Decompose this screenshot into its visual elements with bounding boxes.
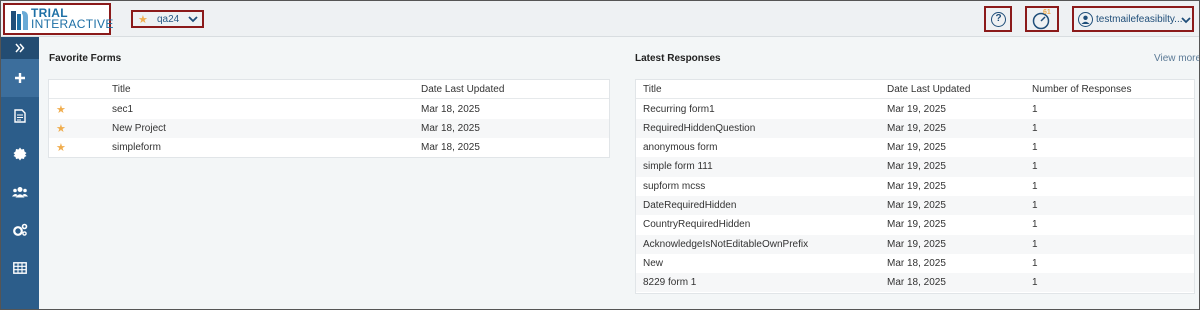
response-date: Mar 18, 2025 (887, 277, 946, 289)
response-date: Mar 19, 2025 (887, 200, 946, 211)
sidebar-item-create[interactable] (1, 59, 39, 97)
response-count: 1 (1032, 180, 1038, 192)
star-icon: ★ (138, 14, 148, 26)
form-date: Mar 18, 2025 (421, 122, 480, 134)
response-count: 1 (1032, 142, 1038, 154)
column-header-title: Title (112, 84, 131, 95)
table-row[interactable]: ★ simpleform Mar 18, 2025 (49, 138, 609, 157)
response-title: 8229 form 1 (643, 277, 697, 289)
table-row[interactable]: ★ New Project Mar 18, 2025 (49, 118, 609, 139)
sidebar-expand-button[interactable] (1, 37, 39, 59)
response-title: AcknowledgeIsNotEditableOwnPrefix (643, 238, 809, 250)
project-selector[interactable]: ★ qa24 (131, 10, 204, 28)
user-name: testmailefeasibilty... (1096, 14, 1183, 25)
response-title: supform mcss (643, 180, 706, 192)
users-icon (12, 187, 28, 198)
chevron-down-icon (1181, 17, 1191, 24)
table-icon (13, 262, 27, 274)
column-header-title: Title (643, 84, 662, 95)
response-count: 1 (1032, 122, 1038, 134)
response-date: Mar 18, 2025 (887, 257, 946, 269)
help-icon: ? (991, 12, 1006, 27)
response-title: simple form 111 (643, 161, 713, 173)
form-date: Mar 18, 2025 (421, 103, 480, 115)
response-date: Mar 19, 2025 (887, 238, 946, 250)
response-count: 1 (1032, 257, 1038, 269)
response-count: 1 (1032, 277, 1038, 289)
sidebar-item-badge[interactable] (1, 135, 39, 173)
chevron-down-icon (188, 16, 198, 23)
response-date: Mar 19, 2025 (887, 180, 946, 192)
response-title: DateRequiredHidden (643, 200, 737, 211)
response-title: Recurring form1 (643, 103, 715, 115)
timer-button[interactable]: 61 (1025, 6, 1059, 32)
sidebar-item-users[interactable] (1, 173, 39, 211)
logo-mark-icon (11, 11, 28, 30)
response-count: 1 (1032, 219, 1038, 231)
avatar-icon (1078, 12, 1093, 27)
response-count: 1 (1032, 200, 1038, 211)
user-menu[interactable]: testmailefeasibilty... (1072, 6, 1194, 32)
response-date: Mar 19, 2025 (887, 161, 946, 173)
app-frame: TRIAL INTERACTIVE ★ qa24 ? 61 testmailef… (0, 0, 1200, 310)
plus-icon (15, 73, 25, 83)
column-header-date: Date Last Updated (887, 84, 971, 95)
latest-responses-title: Latest Responses (635, 53, 721, 64)
brand-line2: INTERACTIVE (31, 17, 114, 31)
latest-responses-table: Title Date Last Updated Number of Respon… (635, 79, 1195, 294)
response-count: 1 (1032, 238, 1038, 250)
form-title: New Project (112, 122, 166, 134)
table-row[interactable]: ★ sec1 Mar 18, 2025 (49, 100, 609, 119)
timer-badge: 61 (1043, 9, 1051, 16)
expand-icon (15, 43, 25, 53)
response-title: New (643, 257, 664, 269)
response-title: anonymous form (643, 142, 718, 154)
column-header-date: Date Last Updated (421, 84, 505, 95)
help-button[interactable]: ? (984, 6, 1012, 32)
table-row[interactable]: CountryRequiredHidden Mar 19, 2025 1 (636, 215, 1194, 234)
response-count: 1 (1032, 161, 1038, 173)
form-title: simpleform (112, 142, 161, 154)
sidebar-item-settings[interactable] (1, 211, 39, 249)
table-row[interactable]: supform mcss Mar 19, 2025 1 (636, 177, 1194, 196)
response-date: Mar 19, 2025 (887, 103, 946, 115)
form-date: Mar 18, 2025 (421, 142, 480, 154)
table-row[interactable]: RequiredHiddenQuestion Mar 19, 2025 1 (636, 118, 1194, 139)
table-row[interactable]: simple form 111 Mar 19, 2025 1 (636, 157, 1194, 177)
table-row[interactable]: New Mar 18, 2025 1 (636, 254, 1194, 273)
column-header-responses: Number of Responses (1032, 84, 1132, 95)
response-date: Mar 19, 2025 (887, 219, 946, 231)
favorite-forms-title: Favorite Forms (49, 53, 122, 64)
table-row[interactable]: Recurring form1 Mar 19, 2025 1 (636, 100, 1194, 119)
gear-badge-icon (13, 147, 27, 161)
cogs-icon (13, 223, 28, 236)
document-icon (14, 109, 26, 123)
star-icon[interactable]: ★ (56, 122, 66, 135)
favorite-forms-table: Title Date Last Updated ★ sec1 Mar 18, 2… (48, 79, 610, 158)
table-row[interactable]: anonymous form Mar 19, 2025 1 (636, 138, 1194, 157)
response-date: Mar 19, 2025 (887, 142, 946, 154)
form-title: sec1 (112, 103, 134, 115)
table-row[interactable]: 8229 form 1 Mar 18, 2025 1 (636, 273, 1194, 293)
table-header: Title Date Last Updated (49, 80, 609, 100)
sidebar-item-tables[interactable] (1, 249, 39, 287)
response-title: CountryRequiredHidden (643, 219, 751, 231)
sidebar-item-forms[interactable] (1, 97, 39, 135)
table-row[interactable]: AcknowledgeIsNotEditableOwnPrefix Mar 19… (636, 234, 1194, 254)
table-header: Title Date Last Updated Number of Respon… (636, 80, 1194, 100)
response-date: Mar 19, 2025 (887, 122, 946, 134)
brand-logo[interactable]: TRIAL INTERACTIVE (3, 3, 114, 35)
sidebar (1, 37, 39, 309)
response-count: 1 (1032, 103, 1038, 115)
star-icon[interactable]: ★ (56, 103, 66, 116)
response-title: RequiredHiddenQuestion (643, 122, 756, 134)
project-label: qa24 (157, 14, 180, 25)
star-icon[interactable]: ★ (56, 141, 66, 154)
top-bar: TRIAL INTERACTIVE ★ qa24 ? 61 testmailef… (1, 1, 1199, 37)
view-more-link[interactable]: View more (1154, 53, 1199, 64)
table-row[interactable]: DateRequiredHidden Mar 19, 2025 1 (636, 196, 1194, 216)
